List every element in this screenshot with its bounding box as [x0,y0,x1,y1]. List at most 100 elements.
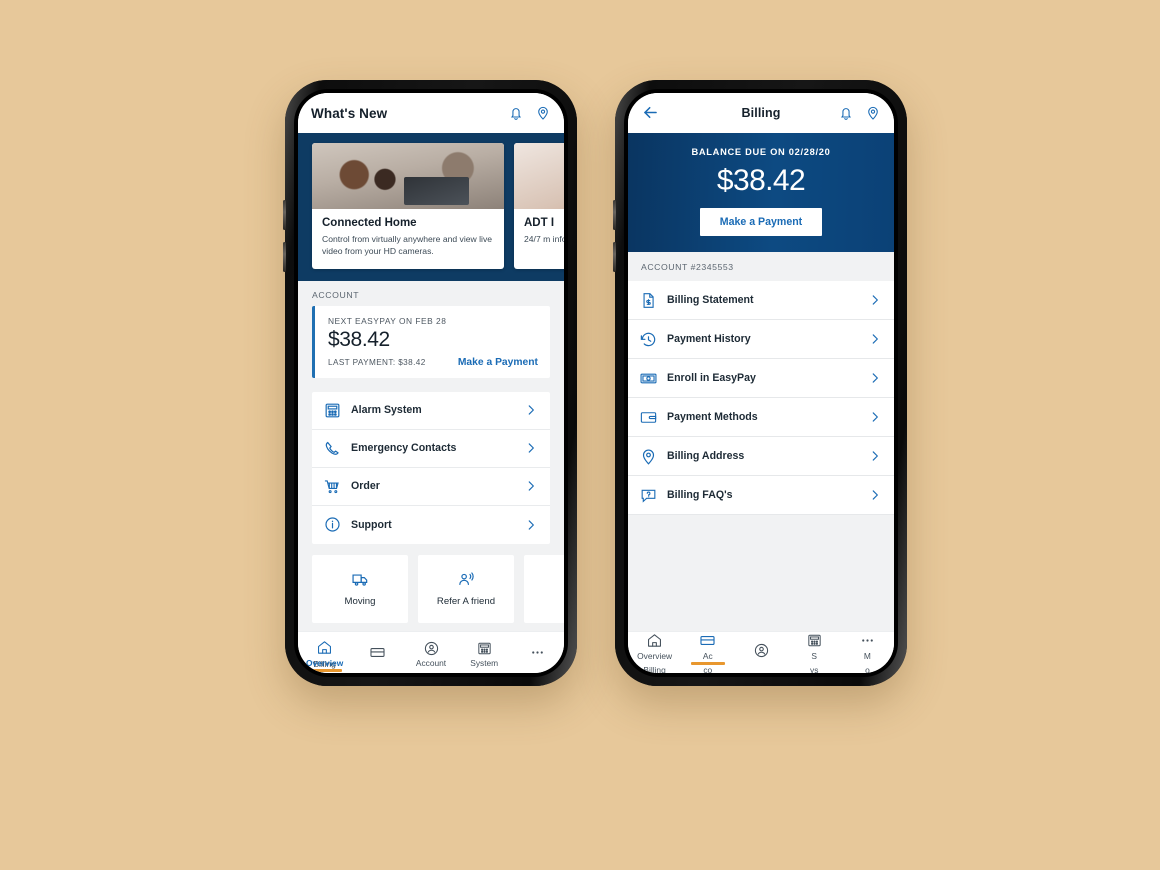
list-item-label: Billing Statement [667,294,754,306]
list-item-label: Billing FAQ's [667,489,733,501]
balance-due-label: BALANCE DUE ON 02/28/20 [691,147,831,157]
appbar-left: What's New [298,93,564,133]
document-dollar-icon [639,291,658,310]
bottom-tab-bar-right: Overview Billing Ac co S ys M o [628,631,894,673]
tab-label: System [470,657,499,668]
tab-system[interactable]: System [458,632,511,673]
bell-icon[interactable] [838,105,854,121]
list-item-label: Support [351,518,392,531]
phone-volume-down-button[interactable] [283,242,286,272]
make-a-payment-link[interactable]: Make a Payment [458,357,538,368]
keypad-icon [806,632,823,649]
list-item-label: Alarm System [351,404,422,417]
tab-label-top: M [863,651,871,661]
phone-volume-down-button[interactable] [613,242,616,272]
balance-amount: $38.42 [716,164,806,197]
list-item[interactable]: Billing Address [628,437,894,476]
overview-scroll-area: ACCOUNT NEXT EASYPAY ON FEB 28 $38.42 LA… [298,280,564,631]
phone-device-right: Billing BALANCE DUE ON 02/28/20 $38.42 M… [613,80,907,686]
list-item[interactable]: Billing Statement [628,281,894,320]
last-payment-label: LAST PAYMENT: $38.42 [328,357,426,367]
list-item[interactable]: Emergency Contacts [312,430,550,468]
screen-left: What's New Connected Home Control from v… [298,93,564,673]
tab-label-top: S [811,651,817,661]
tile-moving[interactable]: Moving [312,554,408,623]
chevron-right-icon [524,518,538,532]
list-item[interactable]: Alarm System [312,392,550,430]
more-dots-icon [859,632,876,649]
tab-label-top: Ac [702,651,713,661]
chevron-right-icon [868,371,882,385]
tab-overview[interactable]: Billing Overview [298,632,351,673]
page-title: What's New [311,105,388,121]
location-pin-icon [639,447,658,466]
tab-label-bottom: ys [810,665,819,673]
chevron-right-icon [868,488,882,502]
tab-label-stack: Overview Billing [637,651,672,673]
wallet-icon [639,408,658,427]
quick-action-tiles: Moving Refer A friend [298,544,564,623]
tile-partial[interactable] [524,554,564,623]
info-circle-icon [323,515,342,534]
home-icon [316,639,333,656]
tab-more[interactable] [511,632,564,673]
more-dots-icon [529,644,546,661]
tab-billing[interactable] [351,632,404,673]
location-pin-icon[interactable] [535,105,551,121]
tab-label-stack: S ys [810,651,818,673]
carousel-card[interactable]: Connected Home Control from virtually an… [312,143,504,269]
chevron-right-icon [524,403,538,417]
screen-right: Billing BALANCE DUE ON 02/28/20 $38.42 M… [628,93,894,673]
list-item-label: Payment History [667,333,751,345]
tab-more[interactable]: M o [841,632,894,673]
phone-volume-button[interactable] [613,200,616,230]
person-circle-icon [753,642,770,659]
list-item-label: Payment Methods [667,411,758,423]
card-title: ADT I [524,217,555,229]
make-a-payment-button[interactable]: Make a Payment [699,208,823,236]
whats-new-carousel[interactable]: Connected Home Control from virtually an… [298,133,564,281]
tile-refer-a-friend[interactable]: Refer A friend [418,554,514,623]
tab-label-stack: Billing Overview [298,658,351,669]
tab-profile[interactable] [734,632,787,673]
delivery-truck-icon [351,570,370,589]
card-title: Connected Home [322,217,417,229]
list-item[interactable]: Order [312,468,550,506]
clock-history-icon [639,330,658,349]
appbar-icons-left [508,105,551,121]
list-item[interactable]: Enroll in EasyPay [628,359,894,398]
tab-system[interactable]: S ys [788,632,841,673]
tab-account[interactable]: Ac co [681,632,734,673]
balance-hero: BALANCE DUE ON 02/28/20 $38.42 Make a Pa… [628,133,894,252]
account-section-label: ACCOUNT [312,289,360,300]
list-item-label: Order [351,480,380,493]
list-item[interactable]: Payment Methods [628,398,894,437]
keypad-icon [323,401,342,420]
chevron-right-icon [868,332,882,346]
tab-label-overview: Overview [637,651,673,661]
next-payment-label: NEXT EASYPAY ON FEB 28 [328,315,447,326]
carousel-card[interactable]: ADT I 24/7 m informa [514,143,564,269]
phone-device-left: What's New Connected Home Control from v… [283,80,577,686]
chevron-right-icon [524,441,538,455]
chevron-right-icon [868,449,882,463]
back-arrow-icon[interactable] [641,103,661,123]
account-summary-card[interactable]: NEXT EASYPAY ON FEB 28 $38.42 LAST PAYME… [312,305,550,378]
list-item[interactable]: Support [312,506,550,544]
list-item[interactable]: Payment History [628,320,894,359]
card-icon [699,632,716,649]
tab-label: Account [415,657,447,668]
location-pin-icon[interactable] [865,105,881,121]
phone-volume-button[interactable] [283,200,286,230]
keypad-icon [476,640,493,657]
tab-account[interactable]: Account [404,632,457,673]
list-item-label: Enroll in EasyPay [667,372,756,384]
bell-icon[interactable] [508,105,524,121]
scene: What's New Connected Home Control from v… [0,0,1160,870]
bottom-tab-bar-left: Billing Overview Account System [298,631,564,673]
card-text: 24/7 m informa [524,234,564,244]
tab-label-bottom: co [703,665,713,673]
appbar-right: Billing [628,93,894,133]
tab-overview[interactable]: Overview Billing [628,632,681,673]
list-item[interactable]: Billing FAQ's [628,476,894,515]
